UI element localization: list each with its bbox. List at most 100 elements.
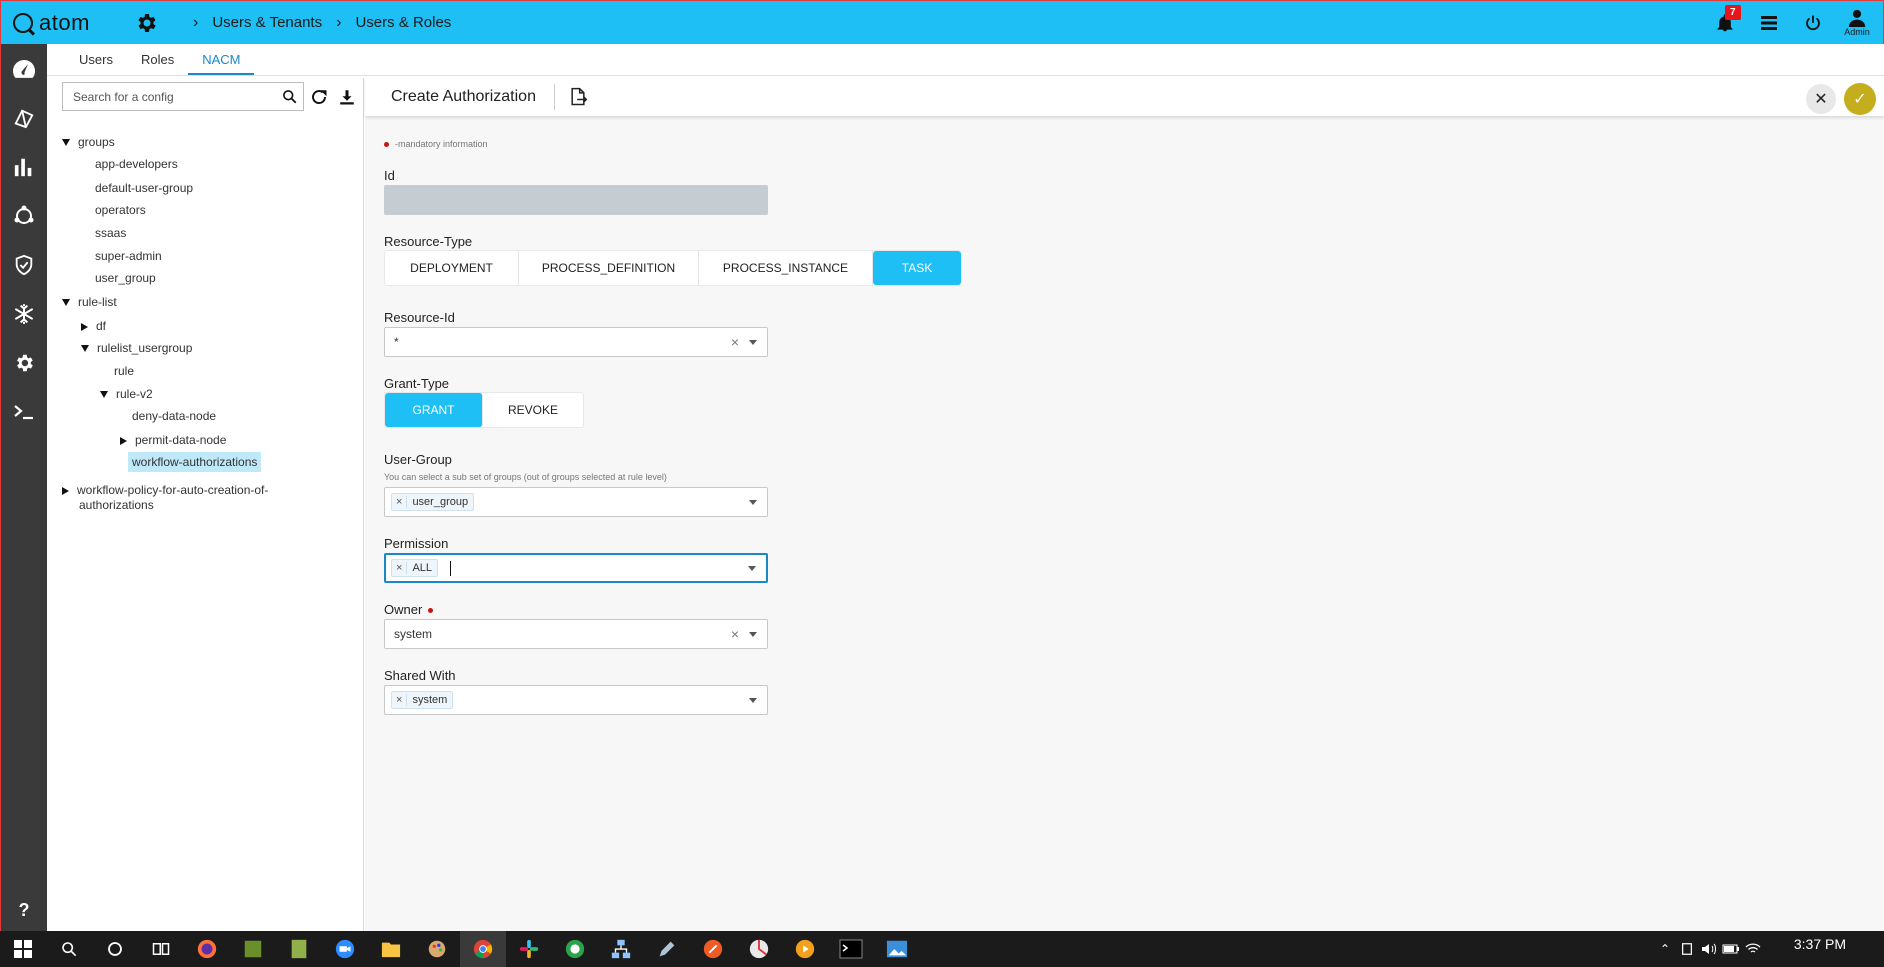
close-button[interactable]: ✕: [1806, 84, 1836, 114]
taskbar-app-3[interactable]: [276, 931, 322, 967]
tab-roles[interactable]: Roles: [127, 52, 188, 75]
chevron-down-icon[interactable]: [749, 500, 757, 505]
rail-snowflake[interactable]: [1, 289, 47, 338]
config-search-input[interactable]: [73, 89, 282, 104]
search-icon[interactable]: [282, 89, 297, 104]
taskbar-cortana[interactable]: [92, 931, 138, 967]
taskbar-app-2[interactable]: [230, 931, 276, 967]
taskbar-file-explorer[interactable]: [368, 931, 414, 967]
taskbar-network-app[interactable]: [598, 931, 644, 967]
caret-right-icon[interactable]: [62, 486, 69, 495]
tree-node-df[interactable]: df: [81, 318, 106, 334]
tree-node-app-developers[interactable]: app-developers: [95, 156, 178, 172]
power-button[interactable]: [1791, 1, 1835, 45]
refresh-button[interactable]: [306, 84, 332, 110]
chevron-up-icon[interactable]: ⌃: [1654, 931, 1676, 967]
user-menu[interactable]: Admin: [1835, 9, 1879, 37]
taskbar-paint[interactable]: [414, 931, 460, 967]
taskbar-postman[interactable]: [690, 931, 736, 967]
taskbar-app-drive[interactable]: [736, 931, 782, 967]
taskbar-task-view[interactable]: [138, 931, 184, 967]
chip-remove-icon[interactable]: ×: [392, 496, 408, 508]
taskbar-app-globe[interactable]: [552, 931, 598, 967]
menu-button[interactable]: [1747, 1, 1791, 45]
caret-right-icon[interactable]: [120, 436, 127, 445]
volume-icon[interactable]: [1698, 931, 1720, 967]
caret-down-icon[interactable]: [81, 345, 89, 353]
tree-node-workflow-authorizations[interactable]: workflow-authorizations: [128, 452, 262, 472]
grant-type-grant[interactable]: GRANT: [385, 393, 483, 427]
submit-button[interactable]: ✓: [1844, 83, 1876, 115]
breadcrumb-users-tenants[interactable]: Users & Tenants: [212, 14, 322, 31]
resource-id-select[interactable]: * ×: [384, 327, 768, 357]
taskbar-zoom[interactable]: [322, 931, 368, 967]
tree-node-rule-v2[interactable]: rule-v2: [100, 386, 153, 402]
gear-icon[interactable]: [133, 10, 159, 36]
caret-down-icon[interactable]: [100, 391, 108, 399]
clear-icon[interactable]: ×: [731, 626, 739, 642]
rail-topology[interactable]: [1, 191, 47, 240]
caret-right-icon[interactable]: [81, 322, 88, 331]
chip-remove-icon[interactable]: ×: [392, 562, 408, 574]
permission-select[interactable]: × ALL: [384, 553, 768, 583]
wifi-icon[interactable]: [1742, 931, 1764, 967]
shared-with-select[interactable]: × system: [384, 685, 768, 715]
tree-node-rule-list[interactable]: rule-list: [62, 294, 117, 310]
tree-node-ssaas[interactable]: ssaas: [95, 225, 126, 241]
tree-node-permit-data-node[interactable]: permit-data-node: [120, 432, 226, 448]
tree-node-super-admin[interactable]: super-admin: [95, 248, 162, 264]
chevron-down-icon[interactable]: [748, 566, 756, 571]
tree-node-workflow-policy[interactable]: workflow-policy-for-auto-creation-of-: [62, 482, 268, 498]
rail-help[interactable]: ?: [1, 886, 47, 935]
owner-select[interactable]: system ×: [384, 619, 768, 649]
chevron-down-icon[interactable]: [749, 698, 757, 703]
resource-type-process-definition[interactable]: PROCESS_DEFINITION: [519, 251, 699, 285]
tree-node-rulelist-usergroup[interactable]: rulelist_usergroup: [81, 340, 192, 356]
tree-node-rule[interactable]: rule: [114, 363, 134, 379]
caret-down-icon[interactable]: [62, 139, 70, 147]
tab-users[interactable]: Users: [65, 52, 127, 75]
resource-type-deployment[interactable]: DEPLOYMENT: [385, 251, 519, 285]
user-group-select[interactable]: × user_group: [384, 487, 768, 517]
grant-type-revoke[interactable]: REVOKE: [483, 393, 583, 427]
taskbar-clock[interactable]: 3:37 PM: [1794, 936, 1846, 952]
resource-type-process-instance[interactable]: PROCESS_INSTANCE: [699, 251, 873, 285]
resource-type-task[interactable]: TASK: [873, 251, 961, 285]
tree-node-groups[interactable]: groups: [62, 134, 115, 150]
rail-security[interactable]: [1, 240, 47, 289]
chevron-down-icon[interactable]: [749, 632, 757, 637]
tree-node-workflow-policy-cont[interactable]: authorizations: [79, 497, 154, 513]
tree-node-deny-data-node[interactable]: deny-data-node: [132, 408, 216, 424]
chip-remove-icon[interactable]: ×: [392, 694, 408, 706]
rail-analytics[interactable]: [1, 142, 47, 191]
breadcrumb-users-roles[interactable]: Users & Roles: [355, 14, 451, 31]
tray-device-icon[interactable]: [1676, 931, 1698, 967]
taskbar-app-play[interactable]: [782, 931, 828, 967]
taskbar-firefox[interactable]: [184, 931, 230, 967]
tab-nacm[interactable]: NACM: [188, 52, 255, 75]
resource-id-value: *: [394, 335, 399, 349]
rail-terminal[interactable]: [1, 387, 47, 436]
taskbar-photos[interactable]: [874, 931, 920, 967]
app-logo[interactable]: atom: [13, 10, 123, 36]
tree-node-user-group[interactable]: user_group: [95, 270, 156, 286]
download-button[interactable]: [334, 84, 360, 110]
terminal-icon: [839, 939, 863, 959]
battery-icon[interactable]: [1720, 931, 1742, 967]
taskbar-terminal[interactable]: [828, 931, 874, 967]
taskbar-chrome[interactable]: [460, 931, 506, 967]
taskbar-app-pen[interactable]: [644, 931, 690, 967]
taskbar-search[interactable]: [46, 931, 92, 967]
rail-settings[interactable]: [1, 338, 47, 387]
start-button[interactable]: [0, 931, 46, 967]
chevron-down-icon[interactable]: [749, 340, 757, 345]
taskbar-slack[interactable]: [506, 931, 552, 967]
tree-node-operators[interactable]: operators: [95, 202, 146, 218]
caret-down-icon[interactable]: [62, 299, 70, 307]
rail-dashboard[interactable]: [1, 44, 47, 93]
export-button[interactable]: [565, 84, 591, 110]
rail-devices[interactable]: [1, 93, 47, 142]
clear-icon[interactable]: ×: [731, 334, 739, 350]
tree-node-default-user-group[interactable]: default-user-group: [95, 180, 193, 196]
notifications-button[interactable]: 7: [1703, 1, 1747, 45]
